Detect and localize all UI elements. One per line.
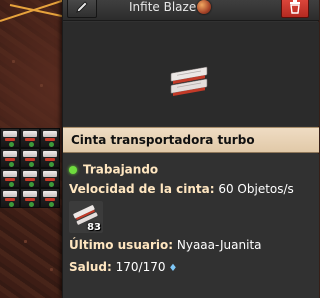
panel-top-bar: Infite Blaze xyxy=(63,0,319,21)
speed-row: Velocidad de la cinta: 60 Objetos/s xyxy=(69,182,294,196)
health-value: 170/170 xyxy=(115,260,166,274)
entity-name: Cinta transportadora turbo xyxy=(71,133,255,147)
pencil-icon xyxy=(76,1,88,13)
belt-tile[interactable] xyxy=(40,168,60,188)
status-text: Trabajando xyxy=(83,162,159,177)
status-indicator-icon xyxy=(69,165,77,174)
belt-tile[interactable] xyxy=(40,188,60,208)
last-user-row: Último usuario: Nyaaa-Juanita xyxy=(69,238,262,252)
ground-speck xyxy=(12,60,15,63)
belt-tile[interactable] xyxy=(20,148,40,168)
shield-icon: ♦ xyxy=(168,263,178,274)
last-user-label: Último usuario: xyxy=(69,238,174,252)
trash-icon xyxy=(290,0,300,14)
item-count: 83 xyxy=(87,222,101,233)
entity-details: Trabajando Velocidad de la cinta: 60 Obj… xyxy=(63,154,319,298)
belt-tile[interactable] xyxy=(40,148,60,168)
delete-button[interactable] xyxy=(281,0,309,18)
belt-tile[interactable] xyxy=(0,128,20,148)
entity-info-panel: Infite Blaze Cinta transportadora turbo xyxy=(62,0,319,298)
health-label: Salud: xyxy=(69,260,112,274)
status-row: Trabajando xyxy=(69,162,158,177)
ground-speck xyxy=(50,268,53,271)
entity-title-bar: Cinta transportadora turbo xyxy=(63,127,319,153)
belt-tile[interactable] xyxy=(0,148,20,168)
entity-preview xyxy=(63,22,319,126)
speed-value: 60 Objetos/s xyxy=(218,182,294,196)
belt-tile[interactable] xyxy=(20,188,40,208)
belt-tile[interactable] xyxy=(20,128,40,148)
planet-icon xyxy=(197,0,211,14)
belt-tile[interactable] xyxy=(0,168,20,188)
surface-name: Infite Blaze xyxy=(129,0,197,14)
belt-tile[interactable] xyxy=(0,188,20,208)
ground-speck xyxy=(40,84,43,87)
turbo-belt-icon xyxy=(170,66,208,96)
inventory-slot[interactable]: 83 xyxy=(69,201,103,233)
belt-tile[interactable] xyxy=(20,168,40,188)
edit-button[interactable] xyxy=(67,0,97,18)
speed-label: Velocidad de la cinta: xyxy=(69,182,215,196)
belt-tile[interactable] xyxy=(40,128,60,148)
ground-speck xyxy=(24,240,27,243)
last-user-value: Nyaaa-Juanita xyxy=(176,238,262,252)
health-row: Salud: 170/170 ♦ xyxy=(69,260,177,274)
